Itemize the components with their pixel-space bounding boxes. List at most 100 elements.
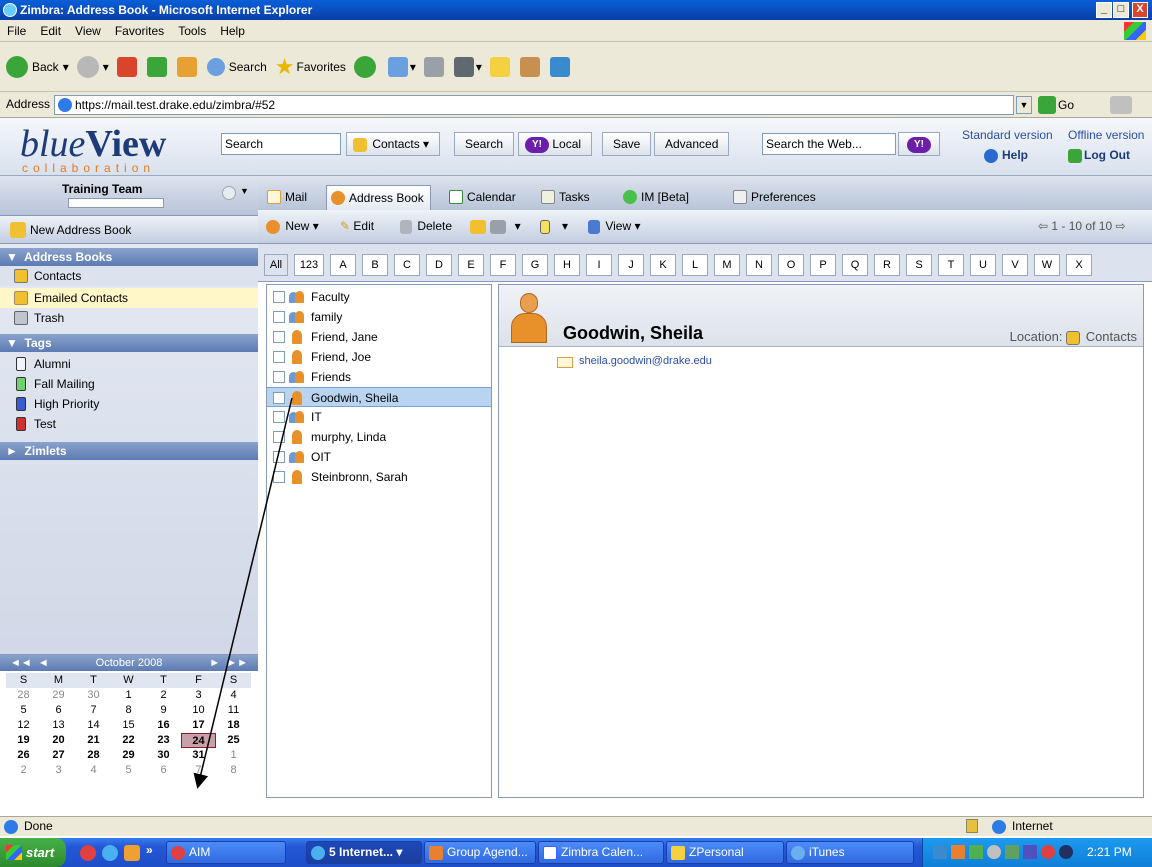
location-link[interactable]: Contacts xyxy=(1086,329,1137,344)
more-quicklaunch-icon[interactable]: » xyxy=(146,843,153,857)
edit-button[interactable]: ✎ Edit xyxy=(340,219,374,233)
contact-checkbox[interactable] xyxy=(273,311,285,323)
tray-icon-1[interactable] xyxy=(933,845,947,859)
messenger-button[interactable] xyxy=(549,56,572,77)
alpha-filter-w[interactable]: W xyxy=(1034,254,1060,276)
maximize-button[interactable]: □ xyxy=(1113,2,1129,18)
url-dropdown-button[interactable]: ▼ xyxy=(1016,96,1032,114)
calendar-day[interactable]: 30 xyxy=(146,748,181,763)
calendar-day[interactable]: 31 xyxy=(181,748,216,763)
calendar-day[interactable]: 28 xyxy=(76,748,111,763)
tray-icon-5[interactable] xyxy=(1005,845,1019,859)
folder-trash[interactable]: Trash xyxy=(0,308,258,328)
folder-emailed-contacts[interactable]: Emailed Contacts xyxy=(0,288,258,308)
alpha-filter-m[interactable]: M xyxy=(714,254,740,276)
calendar-day[interactable]: 25 xyxy=(216,733,251,748)
contact-checkbox[interactable] xyxy=(273,351,285,363)
ie-quicklaunch-icon[interactable] xyxy=(102,845,118,861)
mail-button[interactable]: ▾ xyxy=(387,56,416,77)
prev-year-button[interactable]: ◄◄ ◄ xyxy=(10,657,49,669)
calendar-day[interactable]: 11 xyxy=(216,703,251,718)
menu-tools[interactable]: Tools xyxy=(171,24,213,38)
minimize-button[interactable]: _ xyxy=(1096,2,1112,18)
calendar-day[interactable]: 17 xyxy=(181,718,216,733)
links-icon[interactable] xyxy=(1110,96,1132,114)
contact-checkbox[interactable] xyxy=(273,371,285,383)
calendar-day[interactable]: 15 xyxy=(111,718,146,733)
alpha-filter-n[interactable]: N xyxy=(746,254,772,276)
calendar-day[interactable]: 7 xyxy=(76,703,111,718)
calendar-day[interactable]: 27 xyxy=(41,748,76,763)
calendar-day[interactable]: 14 xyxy=(76,718,111,733)
clock[interactable]: 2:21 PM xyxy=(1087,845,1132,859)
local-search-button[interactable]: Y! Local xyxy=(518,132,593,156)
alpha-filter-u[interactable]: U xyxy=(970,254,996,276)
calendar-day[interactable]: 12 xyxy=(6,718,41,733)
stop-button[interactable] xyxy=(116,56,139,77)
new-contact-button[interactable]: New ▾ xyxy=(266,219,319,234)
calendar-day[interactable]: 2 xyxy=(146,688,181,703)
task-zpersonal[interactable]: ZPersonal xyxy=(666,841,784,864)
alpha-filter-all[interactable]: All xyxy=(264,254,288,276)
print-button[interactable] xyxy=(423,56,446,77)
calendar-day[interactable]: 30 xyxy=(76,688,111,703)
task-itunes[interactable]: iTunes xyxy=(786,841,914,864)
calendar-day[interactable]: 16 xyxy=(146,718,181,733)
calendar-day[interactable]: 1 xyxy=(111,688,146,703)
alpha-filter-k[interactable]: K xyxy=(650,254,676,276)
alpha-filter-r[interactable]: R xyxy=(874,254,900,276)
contact-row[interactable]: Friend, Joe xyxy=(267,347,491,367)
search-button[interactable]: Search xyxy=(206,57,267,76)
menu-file[interactable]: File xyxy=(0,24,33,38)
tab-tasks[interactable]: Tasks xyxy=(536,184,597,210)
calendar-day[interactable]: 22 xyxy=(111,733,146,748)
calendar-day[interactable]: 8 xyxy=(216,763,251,778)
contact-row[interactable]: IT xyxy=(267,407,491,427)
next-page-icon[interactable]: ⇨ xyxy=(1115,219,1125,233)
refresh-button[interactable] xyxy=(146,56,169,77)
contact-row[interactable]: Friends xyxy=(267,367,491,387)
calendar-day[interactable]: 10 xyxy=(181,703,216,718)
alpha-filter-a[interactable]: A xyxy=(330,254,356,276)
tab-im[interactable]: IM [Beta] xyxy=(618,184,696,210)
app-quicklaunch-icon[interactable] xyxy=(124,845,140,861)
alpha-filter-l[interactable]: L xyxy=(682,254,708,276)
calendar-day[interactable]: 26 xyxy=(6,748,41,763)
contact-row[interactable]: murphy, Linda xyxy=(267,427,491,447)
calendar-day[interactable]: 18 xyxy=(216,718,251,733)
search-button-zimbra[interactable]: Search xyxy=(454,132,515,156)
contact-checkbox[interactable] xyxy=(273,411,285,423)
calendar-day[interactable]: 6 xyxy=(146,763,181,778)
alpha-filter-v[interactable]: V xyxy=(1002,254,1028,276)
calendar-day[interactable]: 19 xyxy=(6,733,41,748)
tag-button[interactable]: ▾ xyxy=(540,219,568,234)
contact-row[interactable]: OIT xyxy=(267,447,491,467)
calendar-day[interactable]: 8 xyxy=(111,703,146,718)
tab-calendar[interactable]: Calendar xyxy=(444,184,523,210)
start-button[interactable]: start xyxy=(0,838,66,867)
alpha-filter-h[interactable]: H xyxy=(554,254,580,276)
contact-checkbox[interactable] xyxy=(273,471,285,483)
tab-mail[interactable]: Mail xyxy=(262,184,314,210)
calendar-day[interactable]: 3 xyxy=(181,688,216,703)
calendar-day[interactable]: 3 xyxy=(41,763,76,778)
tag-high-priority[interactable]: High Priority xyxy=(0,394,258,414)
folder-contacts[interactable]: Contacts xyxy=(0,266,258,286)
calendar-day[interactable]: 20 xyxy=(41,733,76,748)
calendar-day[interactable]: 7 xyxy=(181,763,216,778)
presence-dropdown-icon[interactable]: ▼ xyxy=(240,186,249,196)
menu-favorites[interactable]: Favorites xyxy=(108,24,171,38)
tag-alumni[interactable]: Alumni xyxy=(0,354,258,374)
delete-button[interactable]: Delete xyxy=(400,219,452,234)
save-search-button[interactable]: Save xyxy=(602,132,652,156)
menu-view[interactable]: View xyxy=(68,24,108,38)
contact-checkbox[interactable] xyxy=(273,431,285,443)
contact-checkbox[interactable] xyxy=(273,392,285,404)
menu-edit[interactable]: Edit xyxy=(33,24,68,38)
history-button[interactable] xyxy=(353,55,380,78)
alpha-filter-i[interactable]: I xyxy=(586,254,612,276)
alpha-filter-p[interactable]: P xyxy=(810,254,836,276)
contact-row[interactable]: Friend, Jane xyxy=(267,327,491,347)
paging-control[interactable]: ⇦ 1 - 10 of 10 ⇨ xyxy=(1038,219,1126,233)
alpha-filter-g[interactable]: G xyxy=(522,254,548,276)
